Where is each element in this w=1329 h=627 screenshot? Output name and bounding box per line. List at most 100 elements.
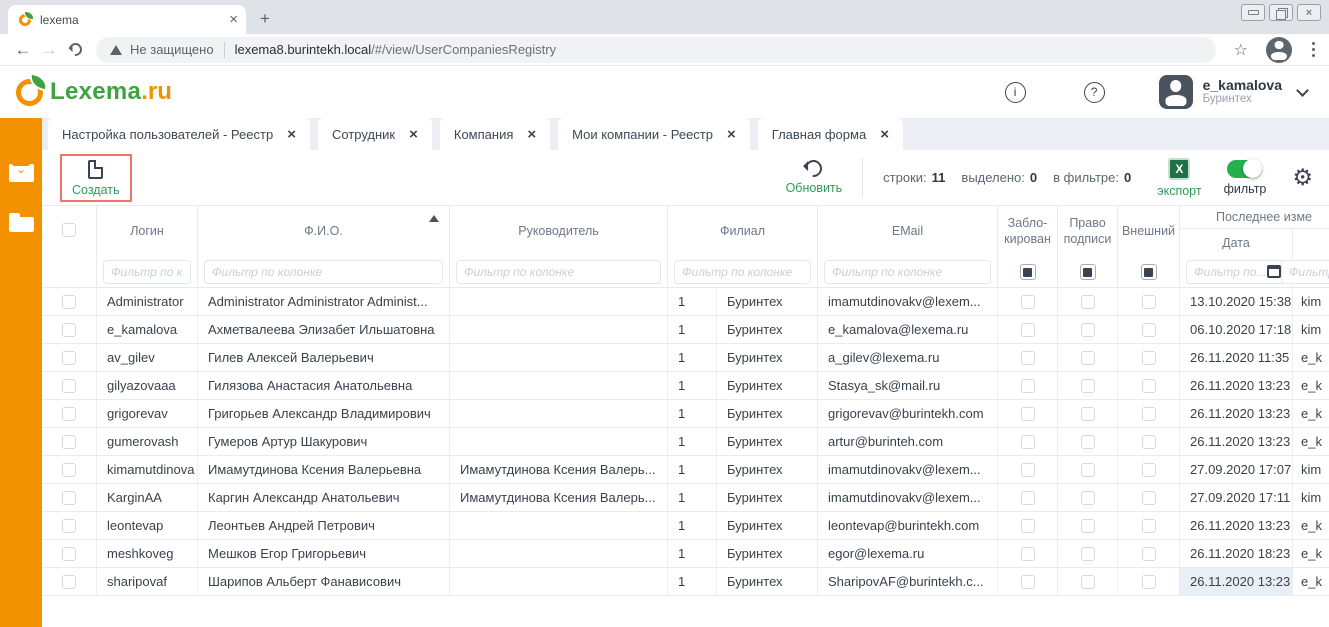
- external-checkbox[interactable]: [1142, 491, 1156, 505]
- tab-close-icon[interactable]: ×: [527, 126, 536, 143]
- browser-tab-close-icon[interactable]: ×: [229, 12, 238, 27]
- cell-external[interactable]: [1118, 400, 1180, 427]
- row-checkbox[interactable]: [62, 491, 76, 505]
- cell-date[interactable]: 06.10.2020 17:18: [1180, 316, 1293, 343]
- cell-login[interactable]: gumerovash: [97, 428, 198, 455]
- forward-button[interactable]: →: [36, 37, 62, 63]
- cell-blocked[interactable]: [998, 512, 1058, 539]
- blocked-checkbox[interactable]: [1021, 379, 1035, 393]
- cell-modified-by[interactable]: e_k: [1293, 372, 1329, 399]
- cell-sign[interactable]: [1058, 344, 1118, 371]
- cell-email[interactable]: imamutdinovakv@lexem...: [818, 456, 998, 483]
- table-row[interactable]: e_kamalovaАхметвалеева Элизабет Ильшатов…: [42, 316, 1329, 344]
- cell-email[interactable]: e_kamalova@lexema.ru: [818, 316, 998, 343]
- tab-close-icon[interactable]: ×: [880, 126, 889, 143]
- cell-fio[interactable]: Имамутдинова Ксения Валерьевна: [198, 456, 450, 483]
- blocked-checkbox[interactable]: [1021, 435, 1035, 449]
- cell-login[interactable]: meshkoveg: [97, 540, 198, 567]
- cell-login[interactable]: leontevap: [97, 512, 198, 539]
- lexema-logo[interactable]: Lexema .ru: [14, 77, 172, 108]
- column-header-sign-right[interactable]: Правоподписи: [1058, 206, 1117, 258]
- sign-checkbox[interactable]: [1081, 435, 1095, 449]
- cell-sign[interactable]: [1058, 540, 1118, 567]
- cell-fio[interactable]: Гилев Алексей Валерьевич: [198, 344, 450, 371]
- cell-blocked[interactable]: [998, 344, 1058, 371]
- cell-login[interactable]: av_gilev: [97, 344, 198, 371]
- blocked-checkbox[interactable]: [1021, 323, 1035, 337]
- export-button[interactable]: экспорт: [1157, 158, 1201, 198]
- cell-branch_code[interactable]: 1: [668, 540, 717, 567]
- cell-blocked[interactable]: [998, 568, 1058, 595]
- cell-branch_code[interactable]: 1: [668, 428, 717, 455]
- row-select-cell[interactable]: [42, 400, 97, 427]
- row-select-cell[interactable]: [42, 288, 97, 315]
- cell-modified-by[interactable]: kim: [1293, 484, 1329, 511]
- tab-main-form[interactable]: Главная форма ×: [758, 118, 903, 150]
- folder-icon[interactable]: [9, 217, 34, 232]
- cell-blocked[interactable]: [998, 316, 1058, 343]
- cell-login[interactable]: KarginAA: [97, 484, 198, 511]
- row-select-cell[interactable]: [42, 512, 97, 539]
- table-row[interactable]: AdministratorAdministrator Administrator…: [42, 288, 1329, 316]
- user-info[interactable]: e_kamalova Буринтех: [1203, 77, 1282, 106]
- cell-branch_code[interactable]: 1: [668, 456, 717, 483]
- sign-checkbox[interactable]: [1081, 547, 1095, 561]
- sign-checkbox[interactable]: [1081, 575, 1095, 589]
- new-tab-button[interactable]: +: [252, 6, 278, 32]
- cell-manager[interactable]: [450, 372, 668, 399]
- table-row[interactable]: gumerovashГумеров Артур Шакурович1Буринт…: [42, 428, 1329, 456]
- cell-login[interactable]: gilyazovaaa: [97, 372, 198, 399]
- blocked-checkbox[interactable]: [1021, 407, 1035, 421]
- cell-fio[interactable]: Administrator Administrator Administ...: [198, 288, 450, 315]
- cell-external[interactable]: [1118, 512, 1180, 539]
- cell-modified-by[interactable]: e_k: [1293, 512, 1329, 539]
- cell-branch[interactable]: Буринтех: [717, 568, 818, 595]
- row-select-cell[interactable]: [42, 456, 97, 483]
- table-row[interactable]: kimamutdinovaИмамутдинова Ксения Валерье…: [42, 456, 1329, 484]
- external-checkbox[interactable]: [1142, 435, 1156, 449]
- row-checkbox[interactable]: [62, 463, 76, 477]
- table-row[interactable]: av_gilevГилев Алексей Валерьевич1Буринте…: [42, 344, 1329, 372]
- cell-branch[interactable]: Буринтех: [717, 372, 818, 399]
- filter-input-email[interactable]: [824, 260, 991, 284]
- settings-gear-icon[interactable]: ⚙: [1292, 164, 1313, 191]
- row-select-cell[interactable]: [42, 372, 97, 399]
- cell-manager[interactable]: [450, 288, 668, 315]
- cell-branch[interactable]: Буринтех: [717, 400, 818, 427]
- browser-profile-avatar[interactable]: [1266, 37, 1292, 63]
- cell-sign[interactable]: [1058, 512, 1118, 539]
- cell-email[interactable]: SharipovAF@burintekh.c...: [818, 568, 998, 595]
- cell-modified-by[interactable]: e_k: [1293, 540, 1329, 567]
- cell-branch_code[interactable]: 1: [668, 288, 717, 315]
- cell-email[interactable]: artur@burinteh.com: [818, 428, 998, 455]
- cell-sign[interactable]: [1058, 568, 1118, 595]
- row-select-cell[interactable]: [42, 316, 97, 343]
- cell-branch[interactable]: Буринтех: [717, 316, 818, 343]
- cell-sign[interactable]: [1058, 288, 1118, 315]
- cell-branch[interactable]: Буринтех: [717, 512, 818, 539]
- column-header-date[interactable]: Дата: [1180, 229, 1292, 257]
- external-checkbox[interactable]: [1142, 519, 1156, 533]
- cell-external[interactable]: [1118, 372, 1180, 399]
- cell-external[interactable]: [1118, 484, 1180, 511]
- cell-external[interactable]: [1118, 428, 1180, 455]
- blocked-checkbox[interactable]: [1021, 351, 1035, 365]
- cell-modified-by[interactable]: e_k: [1293, 344, 1329, 371]
- external-checkbox[interactable]: [1142, 379, 1156, 393]
- row-checkbox[interactable]: [62, 351, 76, 365]
- table-row[interactable]: gilyazovaaaГилязова Анастасия Анатольевн…: [42, 372, 1329, 400]
- cell-modified-by[interactable]: kim: [1293, 288, 1329, 315]
- cell-branch_code[interactable]: 1: [668, 344, 717, 371]
- cell-date[interactable]: 13.10.2020 15:38: [1180, 288, 1293, 315]
- row-select-cell[interactable]: [42, 568, 97, 595]
- row-checkbox[interactable]: [62, 435, 76, 449]
- column-header-fio[interactable]: Ф.И.О.: [198, 206, 449, 258]
- cell-sign[interactable]: [1058, 372, 1118, 399]
- sign-checkbox[interactable]: [1081, 463, 1095, 477]
- cell-blocked[interactable]: [998, 484, 1058, 511]
- row-checkbox[interactable]: [62, 547, 76, 561]
- column-header-email[interactable]: EMail: [818, 206, 997, 258]
- cell-sign[interactable]: [1058, 400, 1118, 427]
- refresh-button[interactable]: Обновить: [786, 160, 843, 195]
- row-select-cell[interactable]: [42, 428, 97, 455]
